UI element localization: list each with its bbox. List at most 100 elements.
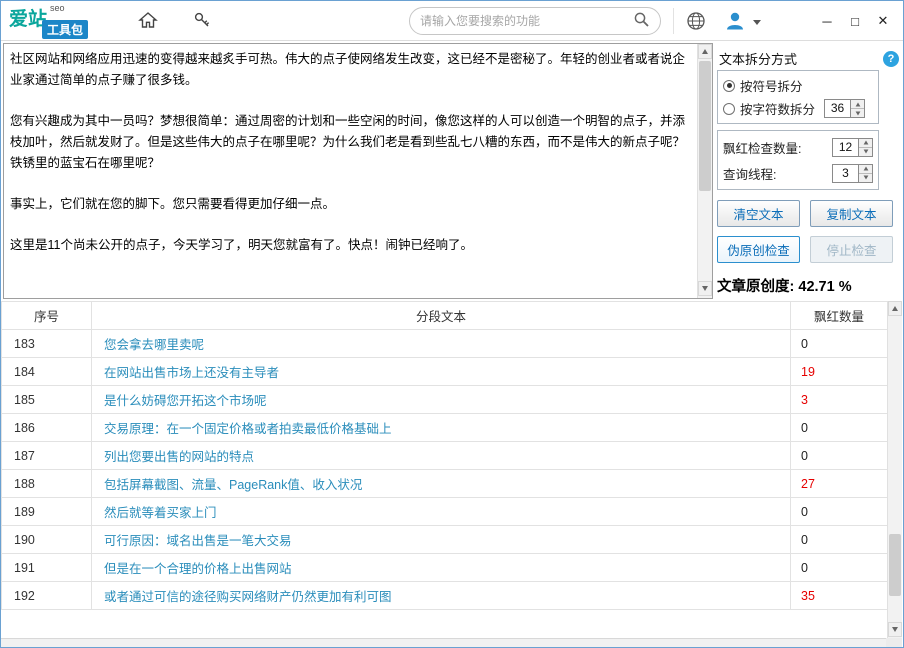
char-count-up-icon[interactable] [851, 100, 864, 108]
red-check-count-value: 12 [833, 139, 858, 156]
threads-stepper[interactable]: 3 [832, 164, 873, 183]
split-mode-group: 按符号拆分 按字符数拆分 36 [717, 70, 879, 124]
row-segment-link[interactable]: 在网站出售市场上还没有主导者 [92, 358, 791, 386]
logo-badge-text: 工具包 [42, 20, 88, 39]
row-index: 186 [2, 414, 92, 442]
scrollbar-corner [886, 638, 902, 647]
help-icon[interactable]: ? [883, 51, 899, 67]
row-index: 192 [2, 582, 92, 610]
row-index: 188 [2, 470, 92, 498]
threads-value: 3 [833, 165, 858, 182]
row-index: 191 [2, 554, 92, 582]
editor-paragraph: 社区网站和网络应用迅速的变得越来越炙手可热。伟大的点子使网络发生改变，这已经不是… [10, 49, 692, 91]
originality-check-button[interactable]: 伪原创检查 [717, 236, 800, 263]
user-menu[interactable] [723, 9, 761, 36]
threads-down-icon[interactable] [859, 173, 872, 182]
query-options-group: 飘红检查数量: 12 查询线程: 3 [717, 130, 879, 190]
char-count-value: 36 [825, 100, 850, 117]
row-red-count: 0 [791, 554, 888, 582]
top-toolbar: 爱站 seo 工具包 [1, 1, 903, 41]
table-row[interactable]: 188 包括屏幕截图、流量、PageRank值、收入状况 27 [2, 470, 888, 498]
row-segment-link[interactable]: 您会拿去哪里卖呢 [92, 330, 791, 358]
search-input[interactable] [420, 14, 633, 28]
table-row[interactable]: 192 或者通过可信的途径购买网络财产仍然更加有利可图 35 [2, 582, 888, 610]
table-row[interactable]: 184 在网站出售市场上还没有主导者 19 [2, 358, 888, 386]
toolbar-divider [673, 8, 674, 34]
originality-score: 文章原创度: 42.71 % [717, 275, 903, 296]
row-segment-link[interactable]: 列出您要出售的网站的特点 [92, 442, 791, 470]
key-button[interactable] [189, 9, 215, 33]
row-segment-link[interactable]: 是什么妨碍您开拓这个市场呢 [92, 386, 791, 414]
table-row[interactable]: 186 交易原理：在一个固定价格或者拍卖最低价格基础上 0 [2, 414, 888, 442]
editor-paragraph: 事实上，它们就在您的脚下。您只需要看得更加仔细一点。 [10, 194, 692, 215]
table-row[interactable]: 191 但是在一个合理的价格上出售网站 0 [2, 554, 888, 582]
table-scroll-up-icon[interactable] [888, 301, 902, 316]
threads-label: 查询线程: [723, 164, 776, 183]
scroll-down-icon[interactable] [698, 281, 712, 296]
action-buttons: 清空文本 复制文本 伪原创检查 停止检查 [717, 200, 893, 263]
col-header-red-count: 飘红数量 [791, 302, 888, 330]
minimize-button[interactable]: ─ [815, 11, 839, 31]
horizontal-scrollbar[interactable] [1, 638, 888, 647]
editor-scroll-thumb[interactable] [699, 61, 711, 191]
threads-up-icon[interactable] [859, 165, 872, 173]
char-count-down-icon[interactable] [851, 108, 864, 117]
row-red-count: 19 [791, 358, 888, 386]
copy-text-button[interactable]: 复制文本 [810, 200, 893, 227]
editor-paragraph: 这里是11个尚未公开的点子，今天学习了，明天您就富有了。快点！闹钟已经响了。 [10, 235, 692, 256]
red-check-down-icon[interactable] [859, 147, 872, 156]
red-check-up-icon[interactable] [859, 139, 872, 147]
table-row[interactable]: 185 是什么妨碍您开拓这个市场呢 3 [2, 386, 888, 414]
editor-scrollbar[interactable] [697, 44, 712, 298]
radio-selected-icon [723, 80, 735, 92]
table-row[interactable]: 187 列出您要出售的网站的特点 0 [2, 442, 888, 470]
row-red-count: 0 [791, 414, 888, 442]
table-scroll-down-icon[interactable] [888, 622, 902, 637]
row-segment-link[interactable]: 可行原因：域名出售是一笔大交易 [92, 526, 791, 554]
originality-label: 文章原创度: [717, 279, 794, 295]
chevron-down-icon [753, 20, 761, 25]
red-check-count-label: 飘红检查数量: [723, 138, 801, 157]
close-button[interactable]: ✕ [871, 11, 895, 31]
table-scrollbar[interactable] [887, 301, 902, 639]
maximize-button[interactable]: □ [843, 11, 867, 31]
originality-value: 42.71 % [798, 279, 851, 295]
user-avatar-icon [723, 9, 747, 36]
row-index: 185 [2, 386, 92, 414]
table-row[interactable]: 190 可行原因：域名出售是一笔大交易 0 [2, 526, 888, 554]
editor-content: 社区网站和网络应用迅速的变得越来越炙手可热。伟大的点子使网络发生改变，这已经不是… [10, 49, 692, 256]
row-index: 190 [2, 526, 92, 554]
row-red-count: 0 [791, 330, 888, 358]
row-index: 184 [2, 358, 92, 386]
col-header-segment: 分段文本 [92, 302, 791, 330]
row-segment-link[interactable]: 包括屏幕截图、流量、PageRank值、收入状况 [92, 470, 791, 498]
table-header-row: 序号 分段文本 飘红数量 [2, 302, 888, 330]
row-segment-link[interactable]: 或者通过可信的途径购买网络财产仍然更加有利可图 [92, 582, 791, 610]
row-index: 187 [2, 442, 92, 470]
radio-split-by-symbol[interactable]: 按符号拆分 [723, 74, 873, 97]
results-table: 序号 分段文本 飘红数量 183 您会拿去哪里卖呢 0 184 在网站出售市场上… [1, 301, 888, 610]
table-body: 183 您会拿去哪里卖呢 0 184 在网站出售市场上还没有主导者 19 185… [2, 330, 888, 610]
network-button[interactable] [683, 10, 709, 34]
home-button[interactable] [135, 9, 161, 33]
char-count-stepper[interactable]: 36 [824, 99, 865, 118]
row-red-count: 0 [791, 498, 888, 526]
search-icon[interactable] [633, 11, 650, 31]
key-icon [192, 10, 212, 33]
red-check-count-stepper[interactable]: 12 [832, 138, 873, 157]
app-window: 爱站 seo 工具包 [0, 0, 904, 648]
row-red-count: 0 [791, 442, 888, 470]
row-segment-link[interactable]: 交易原理：在一个固定价格或者拍卖最低价格基础上 [92, 414, 791, 442]
row-segment-link[interactable]: 但是在一个合理的价格上出售网站 [92, 554, 791, 582]
radio-split-by-chars[interactable]: 按字符数拆分 36 [723, 97, 873, 120]
clear-text-button[interactable]: 清空文本 [717, 200, 800, 227]
table-row[interactable]: 189 然后就等着买家上门 0 [2, 498, 888, 526]
table-scroll-thumb[interactable] [889, 534, 901, 596]
search-box [409, 7, 661, 35]
row-index: 189 [2, 498, 92, 526]
table-row[interactable]: 183 您会拿去哪里卖呢 0 [2, 330, 888, 358]
col-header-index: 序号 [2, 302, 92, 330]
article-text-editor[interactable]: 社区网站和网络应用迅速的变得越来越炙手可热。伟大的点子使网络发生改变，这已经不是… [3, 43, 713, 299]
scroll-up-icon[interactable] [698, 44, 712, 59]
row-segment-link[interactable]: 然后就等着买家上门 [92, 498, 791, 526]
